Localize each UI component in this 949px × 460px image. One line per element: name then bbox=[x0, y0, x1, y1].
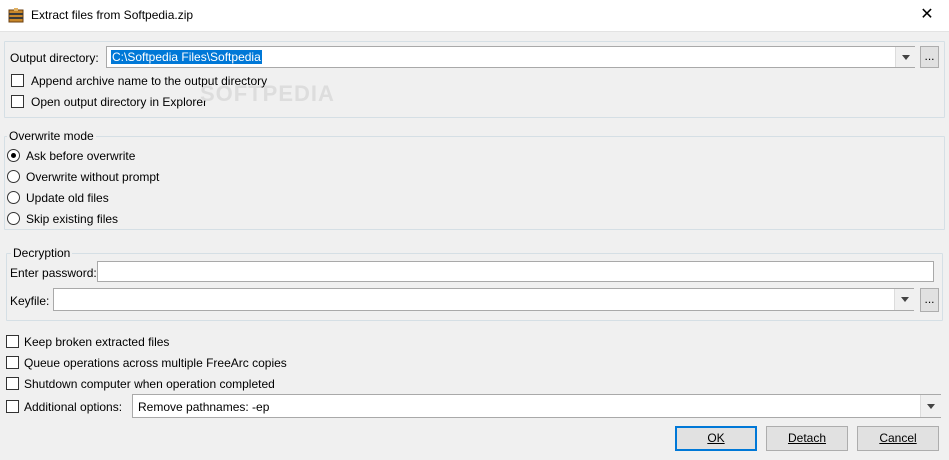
open-in-explorer-checkbox[interactable] bbox=[11, 95, 24, 108]
additional-options-dropdown-button[interactable] bbox=[920, 395, 941, 417]
chevron-down-icon bbox=[902, 55, 910, 60]
ok-button[interactable]: OK bbox=[675, 426, 757, 451]
queue-operations-label[interactable]: Queue operations across multiple FreeArc… bbox=[24, 356, 287, 370]
cancel-button[interactable]: Cancel bbox=[857, 426, 939, 451]
detach-button[interactable]: Detach bbox=[766, 426, 848, 451]
detach-button-label: Detach bbox=[787, 431, 827, 445]
cancel-button-label: Cancel bbox=[879, 431, 917, 445]
keyfile-combo[interactable] bbox=[53, 288, 914, 311]
decryption-legend: Decryption bbox=[11, 246, 73, 260]
additional-options-label[interactable]: Additional options: bbox=[24, 400, 122, 414]
overwrite-without-prompt-label[interactable]: Overwrite without prompt bbox=[26, 170, 159, 184]
password-input[interactable] bbox=[97, 261, 934, 282]
skip-existing-files-label[interactable]: Skip existing files bbox=[26, 212, 118, 226]
archive-app-icon bbox=[8, 8, 24, 23]
shutdown-label[interactable]: Shutdown computer when operation complet… bbox=[24, 377, 275, 391]
update-old-files-radio[interactable] bbox=[7, 191, 20, 204]
output-directory-combo[interactable]: C:\Softpedia Files\Softpedia bbox=[106, 46, 915, 68]
additional-options-checkbox[interactable] bbox=[6, 400, 19, 413]
shutdown-checkbox[interactable] bbox=[6, 377, 19, 390]
open-in-explorer-label[interactable]: Open output directory in Explorer bbox=[31, 95, 207, 109]
overwrite-without-prompt-radio[interactable] bbox=[7, 170, 20, 183]
ask-before-overwrite-radio[interactable] bbox=[7, 149, 20, 162]
chevron-down-icon bbox=[927, 404, 935, 409]
window-title: Extract files from Softpedia.zip bbox=[31, 8, 194, 22]
keep-broken-checkbox[interactable] bbox=[6, 335, 19, 348]
keyfile-label: Keyfile: bbox=[10, 294, 50, 308]
output-browse-button[interactable]: ... bbox=[920, 46, 939, 68]
title-divider bbox=[0, 31, 949, 32]
password-label: Enter password: bbox=[10, 266, 97, 280]
skip-existing-files-radio[interactable] bbox=[7, 212, 20, 225]
ask-before-overwrite-label[interactable]: Ask before overwrite bbox=[26, 149, 135, 163]
ok-button-label: OK bbox=[707, 431, 725, 445]
keyfile-browse-button[interactable]: ... bbox=[920, 288, 939, 312]
chevron-down-icon bbox=[901, 297, 909, 302]
additional-options-value[interactable]: Remove pathnames: -ep bbox=[138, 400, 269, 414]
output-directory-label: Output directory: bbox=[10, 51, 99, 65]
append-archive-name-checkbox[interactable] bbox=[11, 74, 24, 87]
update-old-files-label[interactable]: Update old files bbox=[26, 191, 109, 205]
keep-broken-label[interactable]: Keep broken extracted files bbox=[24, 335, 169, 349]
close-icon[interactable]: ✕ bbox=[915, 5, 939, 25]
additional-options-combo[interactable]: Remove pathnames: -ep bbox=[132, 394, 941, 418]
output-directory-dropdown-button[interactable] bbox=[895, 47, 915, 67]
output-directory-value[interactable]: C:\Softpedia Files\Softpedia bbox=[111, 50, 262, 64]
watermark-logo: SOFTPEDIA bbox=[200, 81, 335, 106]
queue-operations-checkbox[interactable] bbox=[6, 356, 19, 369]
overwrite-mode-legend: Overwrite mode bbox=[7, 129, 96, 143]
keyfile-dropdown-button[interactable] bbox=[894, 289, 914, 310]
